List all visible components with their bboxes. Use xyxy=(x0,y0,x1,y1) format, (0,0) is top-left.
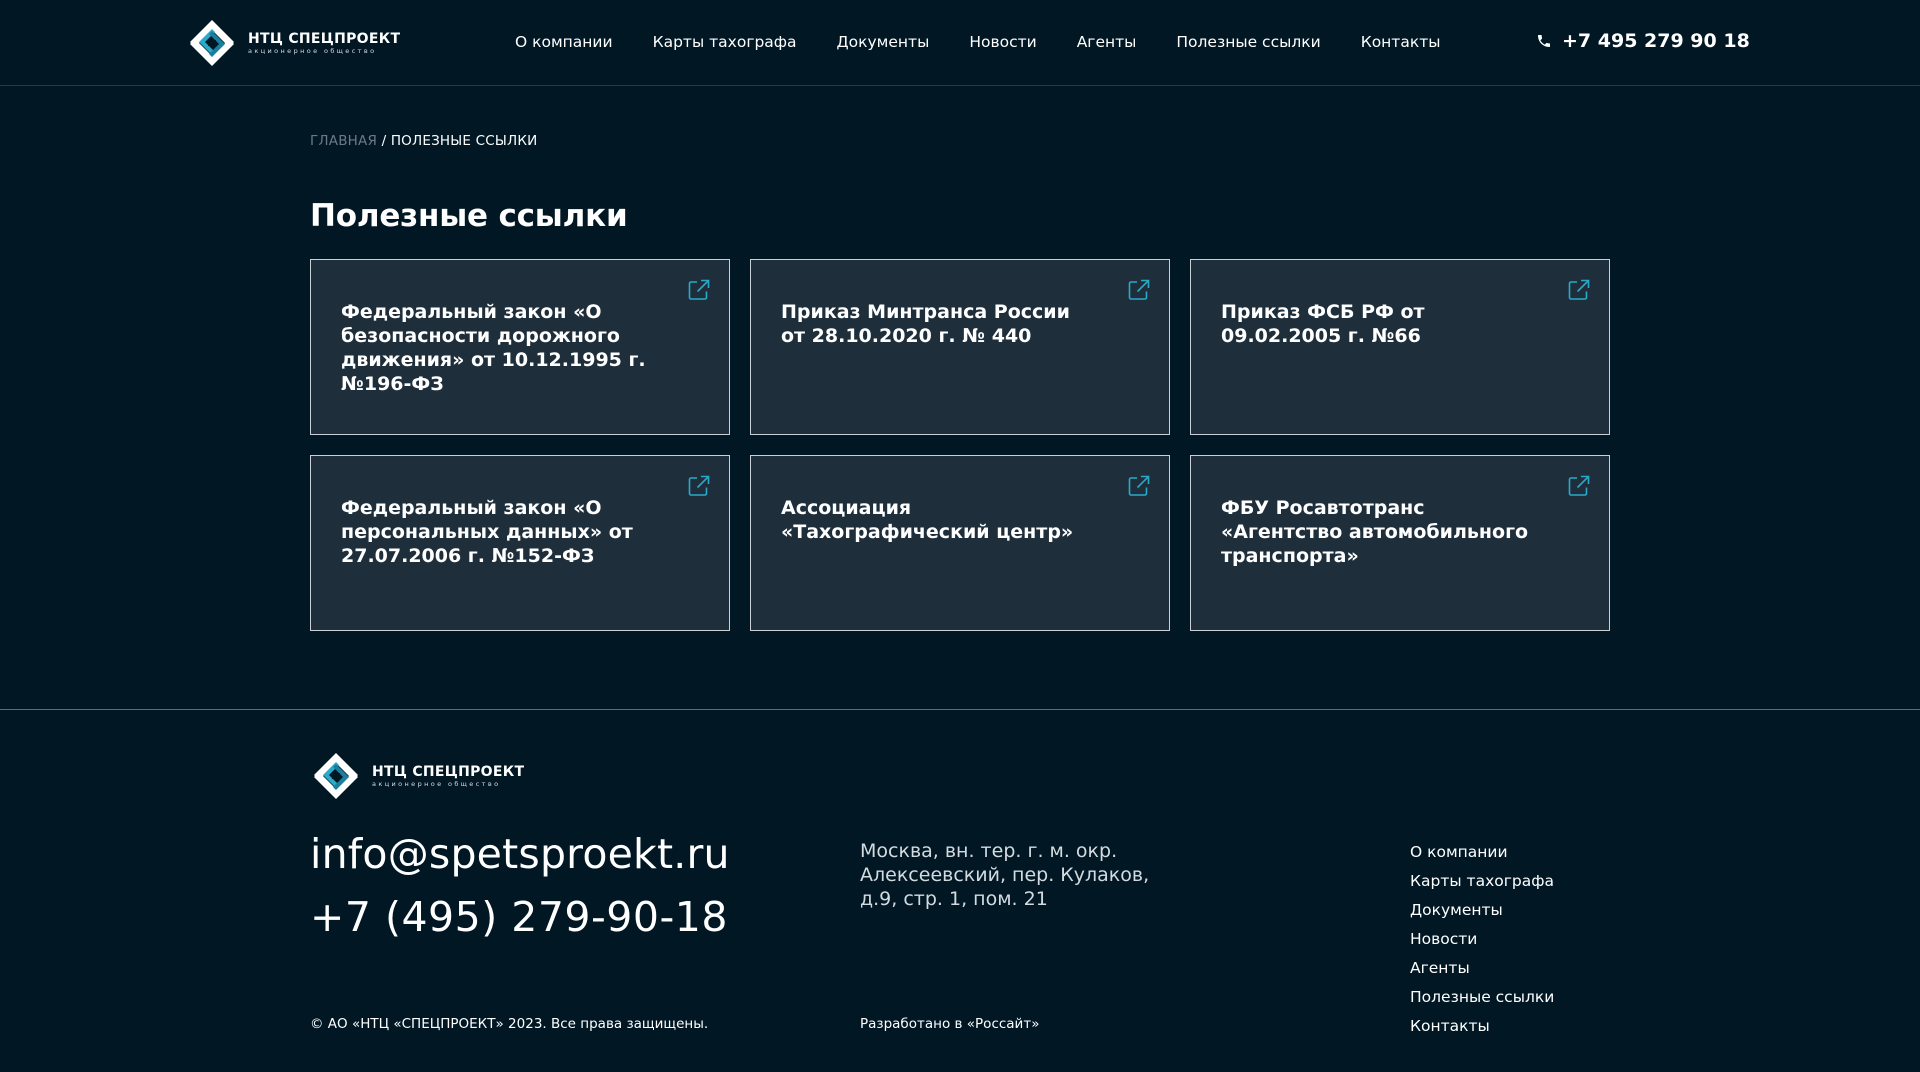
main-nav: О компании Карты тахографа Документы Нов… xyxy=(515,32,1480,52)
link-card[interactable]: Приказ Минтранса России от 28.10.2020 г.… xyxy=(750,259,1170,435)
footer-phone-link[interactable]: +7 (495) 279-90-18 xyxy=(310,893,728,941)
useful-links-grid: Федеральный закон «О безопасности дорожн… xyxy=(310,259,1610,631)
link-card[interactable]: Приказ ФСБ РФ от 09.02.2005 г. №66 xyxy=(1190,259,1610,435)
phone-icon xyxy=(1538,35,1550,47)
footer-nav-item-about[interactable]: О компании xyxy=(1410,838,1554,867)
footer-nav-item-news[interactable]: Новости xyxy=(1410,925,1554,954)
footer-nav-item-contacts[interactable]: Контакты xyxy=(1410,1012,1554,1041)
breadcrumb-current: ПОЛЕЗНЫЕ ССЫЛКИ xyxy=(390,133,538,149)
footer-email-link[interactable]: info@spetsproekt.ru xyxy=(310,830,730,878)
nav-item-contacts[interactable]: Контакты xyxy=(1361,32,1441,52)
site-header: НТЦ СПЕЦПРОЕКТ акционерное общество О ко… xyxy=(0,0,1920,86)
footer-nav-item-tachograph-cards[interactable]: Карты тахографа xyxy=(1410,867,1554,896)
breadcrumb-separator: / xyxy=(381,133,387,149)
logo-name: НТЦ СПЕЦПРОЕКТ xyxy=(248,30,401,47)
footer-nav-item-agents[interactable]: Агенты xyxy=(1410,954,1554,983)
logo-subtitle: акционерное общество xyxy=(372,779,501,788)
nav-item-agents[interactable]: Агенты xyxy=(1077,32,1137,52)
external-link-icon xyxy=(688,279,710,300)
external-link-icon xyxy=(1128,279,1150,300)
external-link-icon xyxy=(1128,475,1150,496)
link-card[interactable]: Федеральный закон «О безопасности дорожн… xyxy=(310,259,730,435)
developer-credit-link[interactable]: Разработано в «Россайт» xyxy=(860,1016,1039,1032)
nav-item-news[interactable]: Новости xyxy=(969,32,1036,52)
breadcrumb: ГЛАВНАЯ / ПОЛЕЗНЫЕ ССЫЛКИ xyxy=(310,133,537,149)
header-logo[interactable]: НТЦ СПЕЦПРОЕКТ акционерное общество xyxy=(186,18,400,68)
link-card-title: Приказ ФСБ РФ от 09.02.2005 г. №66 xyxy=(1221,301,1425,347)
logo-name: НТЦ СПЕЦПРОЕКТ xyxy=(372,763,525,780)
link-card[interactable]: ФБУ Росавтотранс «Агентство автомобильно… xyxy=(1190,455,1610,631)
link-card-title: ФБУ Росавтотранс «Агентство автомобильно… xyxy=(1221,497,1529,567)
footer-nav: О компании Карты тахографа Документы Нов… xyxy=(1410,838,1554,1041)
spetsproekt-logo-icon xyxy=(314,753,358,799)
header-phone-number: +7 495 279 90 18 xyxy=(1562,30,1750,52)
link-card[interactable]: Ассоциация «Тахографический центр» xyxy=(750,455,1170,631)
external-link-icon xyxy=(1568,475,1590,496)
link-card-title: Приказ Минтранса России от 28.10.2020 г.… xyxy=(781,301,1070,347)
footer-nav-item-documents[interactable]: Документы xyxy=(1410,896,1554,925)
link-card-title: Федеральный закон «О персональных данных… xyxy=(341,497,633,567)
link-card[interactable]: Федеральный закон «О персональных данных… xyxy=(310,455,730,631)
footer-logo[interactable]: НТЦ СПЕЦПРОЕКТ акционерное общество xyxy=(310,751,524,801)
nav-item-tachograph-cards[interactable]: Карты тахографа xyxy=(653,32,797,52)
external-link-icon xyxy=(688,475,710,496)
site-footer: НТЦ СПЕЦПРОЕКТ акционерное общество info… xyxy=(0,709,1920,1072)
header-phone-link[interactable]: +7 495 279 90 18 xyxy=(1536,30,1750,52)
link-card-title: Ассоциация «Тахографический центр» xyxy=(781,497,1074,543)
nav-item-about[interactable]: О компании xyxy=(515,32,613,52)
breadcrumb-home-link[interactable]: ГЛАВНАЯ xyxy=(310,133,377,149)
copyright-text: © АО «НТЦ «СПЕЦПРОЕКТ» 2023. Все права з… xyxy=(310,1016,709,1032)
spetsproekt-logo-icon xyxy=(190,20,234,66)
page-title: Полезные ссылки xyxy=(310,198,628,234)
external-link-icon xyxy=(1568,279,1590,300)
nav-item-useful-links[interactable]: Полезные ссылки xyxy=(1176,32,1320,52)
footer-address: Москва, вн. тер. г. м. окр. Алексеевский… xyxy=(860,840,1150,910)
link-card-title: Федеральный закон «О безопасности дорожн… xyxy=(341,301,646,395)
footer-nav-item-useful-links[interactable]: Полезные ссылки xyxy=(1410,983,1554,1012)
nav-item-documents[interactable]: Документы xyxy=(837,32,930,52)
logo-subtitle: акционерное общество xyxy=(248,46,377,55)
